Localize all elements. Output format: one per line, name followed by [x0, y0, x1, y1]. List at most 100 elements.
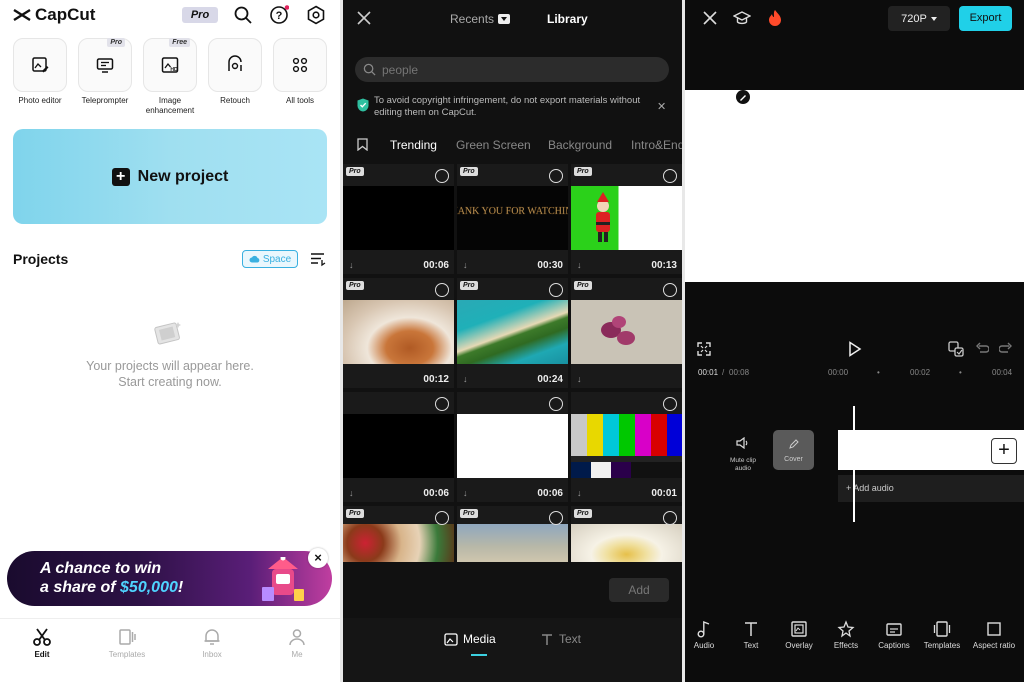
- toolbar-label: Aspect ratio: [972, 641, 1016, 650]
- add-button[interactable]: Add: [609, 578, 669, 602]
- tool-photo-editor[interactable]: Photo editor: [12, 38, 68, 106]
- tool-box: Pro: [78, 38, 132, 92]
- tool-image-enhancement[interactable]: Free HD Image enhancement: [142, 38, 198, 116]
- toolbar-overlay[interactable]: Overlay: [773, 620, 825, 650]
- home-screen: CapCut Pro ? Photo editor Pro Teleprompt…: [0, 0, 340, 682]
- media-item[interactable]: Pro 00:12: [343, 278, 454, 388]
- pro-tag: Pro: [574, 509, 592, 518]
- pro-tag: Pro: [346, 167, 364, 176]
- select-circle[interactable]: [549, 511, 563, 525]
- nav-inbox[interactable]: Inbox: [182, 627, 242, 659]
- promo-close-button[interactable]: ×: [308, 548, 328, 568]
- promo-banner[interactable]: A chance to win a share of $50,000!: [7, 551, 332, 606]
- tab-media[interactable]: Media: [444, 632, 496, 646]
- toolbar-effects[interactable]: Effects: [820, 620, 872, 650]
- duration: 00:06: [423, 260, 449, 271]
- media-item[interactable]: Pro ↓ 00:13: [571, 164, 682, 274]
- redo-icon[interactable]: [999, 342, 1013, 356]
- keyframe-icon[interactable]: [948, 341, 964, 357]
- media-item[interactable]: Pro ↓: [571, 278, 682, 388]
- space-button[interactable]: Space: [242, 250, 298, 268]
- category-trending[interactable]: Trending: [390, 138, 437, 152]
- bookmark-icon[interactable]: [357, 138, 368, 151]
- export-button[interactable]: Export: [959, 6, 1012, 31]
- tab-library[interactable]: Library: [547, 12, 588, 26]
- category-background[interactable]: Background: [548, 138, 612, 152]
- help-icon[interactable]: ?: [269, 5, 289, 25]
- toolbar-text[interactable]: Text: [725, 620, 777, 650]
- close-icon[interactable]: [357, 11, 371, 25]
- select-circle[interactable]: [435, 511, 449, 525]
- media-item[interactable]: ↓ 00:06: [457, 392, 568, 502]
- media-item[interactable]: Pro: [571, 506, 682, 562]
- select-circle[interactable]: [435, 283, 449, 297]
- edit-handle-icon[interactable]: [736, 90, 750, 104]
- sort-icon[interactable]: [310, 251, 326, 267]
- select-circle[interactable]: [549, 397, 563, 411]
- promo-amount: $50,000: [120, 579, 178, 596]
- copyright-notice: To avoid copyright infringement, do not …: [355, 92, 675, 124]
- search-bar[interactable]: [355, 57, 669, 82]
- search-icon[interactable]: [233, 5, 253, 25]
- select-circle[interactable]: [663, 397, 677, 411]
- select-circle[interactable]: [435, 169, 449, 183]
- close-icon[interactable]: [703, 11, 717, 25]
- pro-tag: Pro: [460, 281, 478, 290]
- select-circle[interactable]: [663, 283, 677, 297]
- tab-text[interactable]: Text: [540, 632, 581, 646]
- select-circle[interactable]: [663, 511, 677, 525]
- media-item[interactable]: Pro: [457, 506, 568, 562]
- cloud-icon: [249, 255, 260, 263]
- toolbar-aspect-ratio[interactable]: Aspect ratio: [968, 620, 1020, 650]
- tool-all-tools[interactable]: All tools: [272, 38, 328, 106]
- thumbnail: [457, 300, 568, 364]
- select-circle[interactable]: [549, 169, 563, 183]
- media-item[interactable]: Pro ↓ 00:06: [343, 164, 454, 274]
- pro-badge[interactable]: Pro: [182, 7, 218, 23]
- media-item[interactable]: Pro ↓ 00:24: [457, 278, 568, 388]
- nav-me[interactable]: Me: [267, 627, 327, 659]
- category-green-screen[interactable]: Green Screen: [456, 138, 531, 152]
- toolbar-audio[interactable]: Audio: [685, 620, 730, 650]
- home-header: CapCut Pro ?: [0, 0, 340, 32]
- video-preview[interactable]: [685, 90, 1024, 282]
- media-item[interactable]: THANK YOU FOR WATCHING Pro ↓ 00:30: [457, 164, 568, 274]
- space-label: Space: [262, 253, 292, 265]
- notice-close-icon[interactable]: ✕: [657, 100, 666, 113]
- nav-templates[interactable]: Templates: [97, 627, 157, 659]
- settings-icon[interactable]: [306, 5, 326, 25]
- cover-button[interactable]: Cover: [773, 430, 814, 470]
- fire-icon[interactable]: [767, 9, 783, 27]
- empty-projects-message: Your projects will appear here. Start cr…: [20, 358, 320, 390]
- resolution-dropdown[interactable]: 720P: [888, 6, 950, 31]
- effects-star-icon: [837, 620, 855, 638]
- tool-retouch[interactable]: Retouch: [207, 38, 263, 106]
- ruler-mark: 00:00: [828, 368, 849, 377]
- select-circle[interactable]: [663, 169, 677, 183]
- add-clip-button[interactable]: +: [991, 438, 1017, 464]
- select-circle[interactable]: [549, 283, 563, 297]
- playhead[interactable]: [853, 406, 855, 522]
- search-input[interactable]: [382, 62, 662, 77]
- empty-film-icon: [154, 322, 181, 345]
- graduation-cap-icon[interactable]: [733, 9, 751, 27]
- tab-recents[interactable]: Recents: [450, 12, 511, 26]
- new-project-button[interactable]: + New project: [13, 129, 327, 224]
- play-icon[interactable]: [848, 341, 862, 357]
- mute-clip-audio-button[interactable]: Mute clip audio: [725, 436, 761, 473]
- media-item[interactable]: ↓ 00:06: [343, 392, 454, 502]
- add-audio-track[interactable]: + Add audio: [838, 475, 1024, 502]
- select-circle[interactable]: [435, 397, 449, 411]
- fullscreen-icon[interactable]: [697, 342, 711, 356]
- undo-icon[interactable]: [975, 342, 989, 356]
- media-item[interactable]: Pro: [343, 506, 454, 562]
- toolbar-templates[interactable]: Templates: [916, 620, 968, 650]
- thumbnail: [457, 524, 568, 562]
- nav-edit[interactable]: Edit: [12, 627, 72, 659]
- pro-tag: Pro: [346, 281, 364, 290]
- toolbar-captions[interactable]: Captions: [868, 620, 920, 650]
- category-intro-end[interactable]: Intro&End: [631, 138, 682, 152]
- media-item[interactable]: ↓ 00:01: [571, 392, 682, 502]
- tool-teleprompter[interactable]: Pro Teleprompter: [77, 38, 133, 106]
- overlay-icon: [791, 621, 807, 637]
